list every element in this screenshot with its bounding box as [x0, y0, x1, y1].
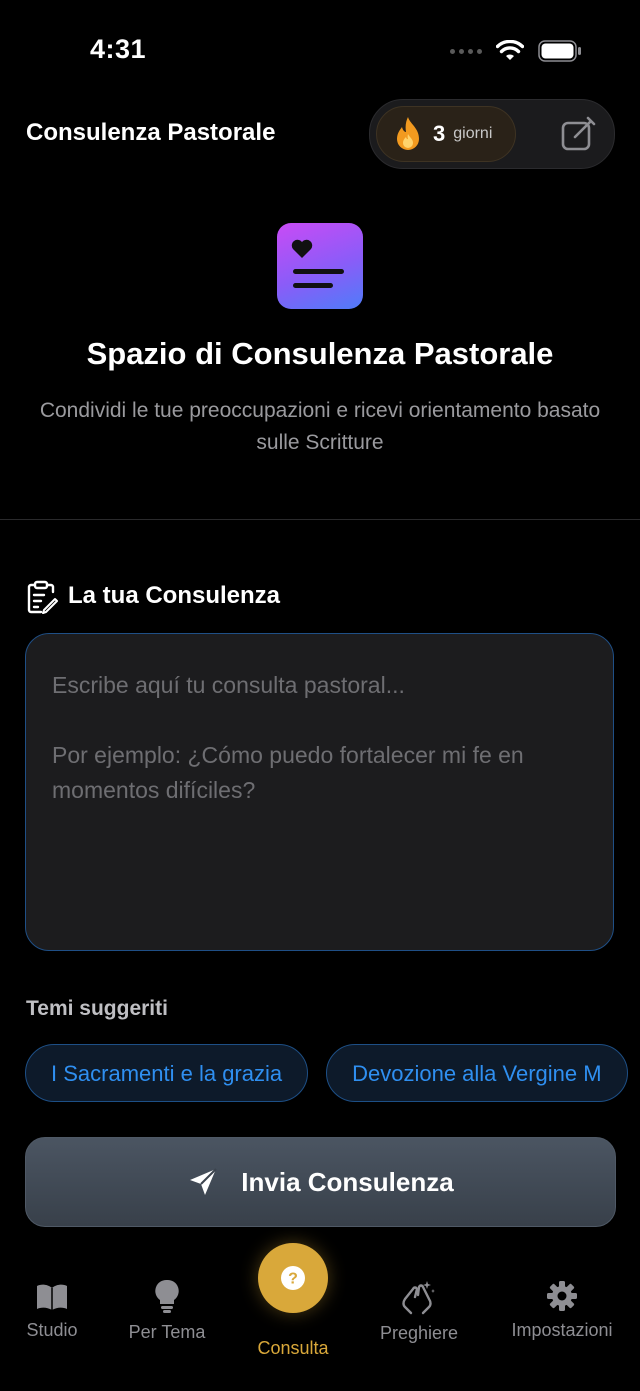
tab-label: Preghiere: [379, 1323, 459, 1343]
tab-label: Per Tema: [128, 1322, 206, 1342]
tab-studio[interactable]: Studio: [12, 1282, 92, 1341]
tab-label-consulta: Consulta: [257, 1338, 329, 1358]
section-title: La tua Consulenza: [68, 582, 281, 609]
lightbulb-icon: [155, 1279, 179, 1313]
battery-icon: [538, 40, 581, 62]
tab-label: Impostazioni: [511, 1320, 613, 1340]
paper-plane-icon: [190, 1168, 218, 1195]
heart-document-icon: [277, 223, 363, 309]
hero-subtitle: Condividi le tue preoccupazioni e ricevi…: [39, 399, 601, 454]
page-title: Consulenza Pastorale: [26, 119, 276, 146]
tab-per-tema[interactable]: Per Tema: [117, 1278, 217, 1343]
gear-icon: [547, 1281, 577, 1311]
tab-label: Studio: [26, 1320, 78, 1340]
question-icon: ?: [281, 1266, 305, 1290]
book-icon: [37, 1284, 67, 1310]
tab-consulta[interactable]: ?: [258, 1243, 328, 1313]
consultation-textarea[interactable]: Escribe aquí tu consulta pastoral... Por…: [25, 633, 614, 951]
send-button-label: Invia Consulenza: [241, 1166, 454, 1197]
status-time: 4:31: [90, 34, 147, 64]
praying-hands-icon: [402, 1281, 435, 1315]
wifi-icon: [496, 40, 524, 60]
compose-icon[interactable]: [560, 116, 596, 152]
streak-count: 3: [433, 121, 446, 146]
header-actions: 3 giorni: [369, 99, 615, 169]
streak-badge[interactable]: 3 giorni: [376, 106, 516, 162]
hero-title: Spazio di Consulenza Pastorale: [86, 336, 554, 371]
suggestion-chip[interactable]: Devozione alla Vergine M: [326, 1044, 628, 1102]
clipboard-edit-icon: [27, 580, 58, 614]
status-icons: [450, 40, 582, 62]
flame-icon: [397, 117, 419, 150]
tab-impostazioni[interactable]: Impostazioni: [505, 1280, 619, 1341]
svg-text:?: ?: [288, 1271, 298, 1288]
signal-dots-icon: [450, 48, 482, 54]
suggestion-chip[interactable]: I Sacramenti e la grazia: [25, 1044, 309, 1102]
send-consultation-button[interactable]: Invia Consulenza: [25, 1137, 616, 1227]
divider: [0, 519, 640, 520]
suggestions-label: Temi suggeriti: [26, 997, 168, 1020]
suggestion-chips: I Sacramenti e la grazia Devozione alla V…: [25, 1044, 640, 1106]
tab-preghiere[interactable]: Preghiere: [369, 1277, 469, 1344]
streak-unit: giorni: [453, 125, 493, 142]
